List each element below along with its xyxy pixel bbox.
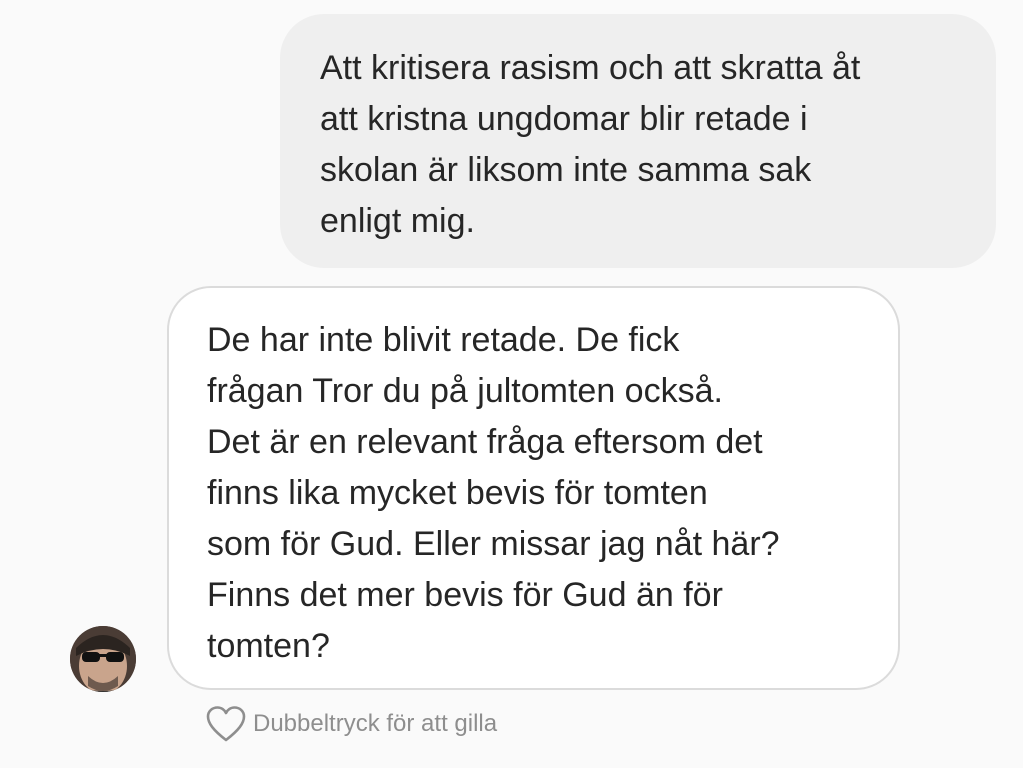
like-hint: Dubbeltryck för att gilla [205,704,497,744]
outgoing-message-bubble[interactable]: Att kritisera rasism och att skratta åt … [280,14,996,268]
heart-icon[interactable] [205,705,247,743]
like-hint-label: Dubbeltryck för att gilla [253,710,498,737]
sender-avatar[interactable] [70,626,136,692]
avatar-photo [70,626,136,692]
message-thread: Att kritisera rasism och att skratta åt … [0,0,1023,768]
incoming-message-bubble[interactable]: De har inte blivit retade. De fick fråga… [167,286,900,690]
